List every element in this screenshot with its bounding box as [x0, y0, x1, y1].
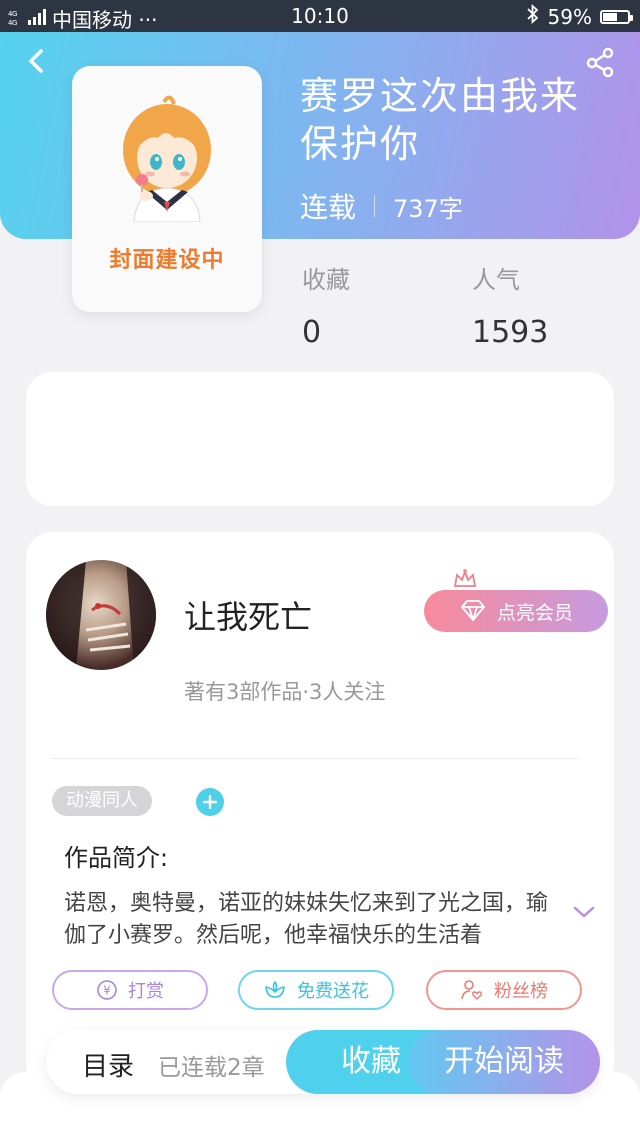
- flower-icon: [265, 981, 285, 998]
- status-right: 59%: [526, 3, 633, 29]
- genre-tag[interactable]: 动漫同人: [52, 786, 152, 816]
- vip-button-label: 点亮会员: [496, 601, 573, 624]
- author-card: 让我死亡 点亮会员 著有3部作品·3人关注 动漫同人 作品简介: 诺恩，奥特曼，…: [26, 532, 614, 1092]
- diamond-icon: [461, 600, 485, 621]
- popularity-label: 人气: [472, 266, 520, 294]
- author-info: 著有3部作品·3人关注: [184, 680, 386, 704]
- user-heart-icon: [461, 980, 482, 1000]
- tip-button[interactable]: ¥ 打赏: [52, 970, 208, 1010]
- battery-fill: [603, 12, 618, 21]
- divider: [50, 758, 578, 759]
- book-meta: 连载 737字: [300, 186, 463, 226]
- chevron-left-icon: [29, 49, 43, 73]
- toc-button[interactable]: 目录: [82, 1046, 134, 1083]
- send-flower-button[interactable]: 免费送花: [238, 970, 394, 1010]
- book-cover[interactable]: 封面建设中: [72, 66, 262, 312]
- tip-label: 打赏: [128, 981, 164, 1002]
- battery-percent: 59%: [547, 4, 592, 29]
- serial-status: 连载: [300, 191, 357, 224]
- meta-divider: [374, 195, 376, 217]
- chevron-down-icon: [573, 906, 595, 918]
- back-button[interactable]: [22, 46, 52, 76]
- cover-placeholder-text: 封面建设中: [109, 248, 225, 273]
- popularity-stat: 人气 1593: [472, 260, 548, 350]
- author-avatar[interactable]: [46, 560, 156, 670]
- yen-coin-icon: ¥: [97, 980, 117, 1000]
- bottom-action-bar: 目录 已连载2章 收藏 开始阅读: [46, 1030, 600, 1094]
- favorites-value: 0: [302, 315, 322, 350]
- cover-illustration: [123, 95, 211, 222]
- empty-card: [26, 372, 614, 506]
- vip-button[interactable]: 点亮会员: [424, 590, 608, 632]
- battery-icon: [600, 9, 633, 24]
- bluetooth-icon: [526, 3, 540, 29]
- author-name[interactable]: 让我死亡: [184, 592, 312, 638]
- intro-label: 作品简介:: [64, 844, 169, 872]
- plus-icon: [202, 794, 218, 810]
- add-tag-button[interactable]: [196, 788, 224, 816]
- favorites-stat: 收藏 0: [302, 260, 350, 350]
- send-flower-label: 免费送花: [297, 981, 369, 1002]
- expand-button[interactable]: [572, 904, 596, 924]
- status-bar: 4G 4G 中国移动 ··· 10:10 59%: [0, 0, 640, 32]
- word-count: 737字: [393, 194, 463, 223]
- fans-ranking-button[interactable]: 粉丝榜: [426, 970, 582, 1010]
- start-reading-button[interactable]: 开始阅读: [408, 1030, 600, 1094]
- svg-text:¥: ¥: [103, 984, 111, 998]
- crown-icon: [453, 569, 477, 587]
- favorites-label: 收藏: [302, 266, 350, 294]
- chapter-count: 已连载2章: [158, 1055, 265, 1081]
- popularity-value: 1593: [472, 315, 549, 350]
- book-title: 赛罗这次由我来保护你: [300, 74, 581, 166]
- fans-ranking-label: 粉丝榜: [494, 981, 548, 1002]
- intro-text: 诺恩，奥特曼，诺亚的妹妹失忆来到了光之国，瑜伽了小赛罗。然后呢，他幸福快乐的生活…: [64, 891, 549, 948]
